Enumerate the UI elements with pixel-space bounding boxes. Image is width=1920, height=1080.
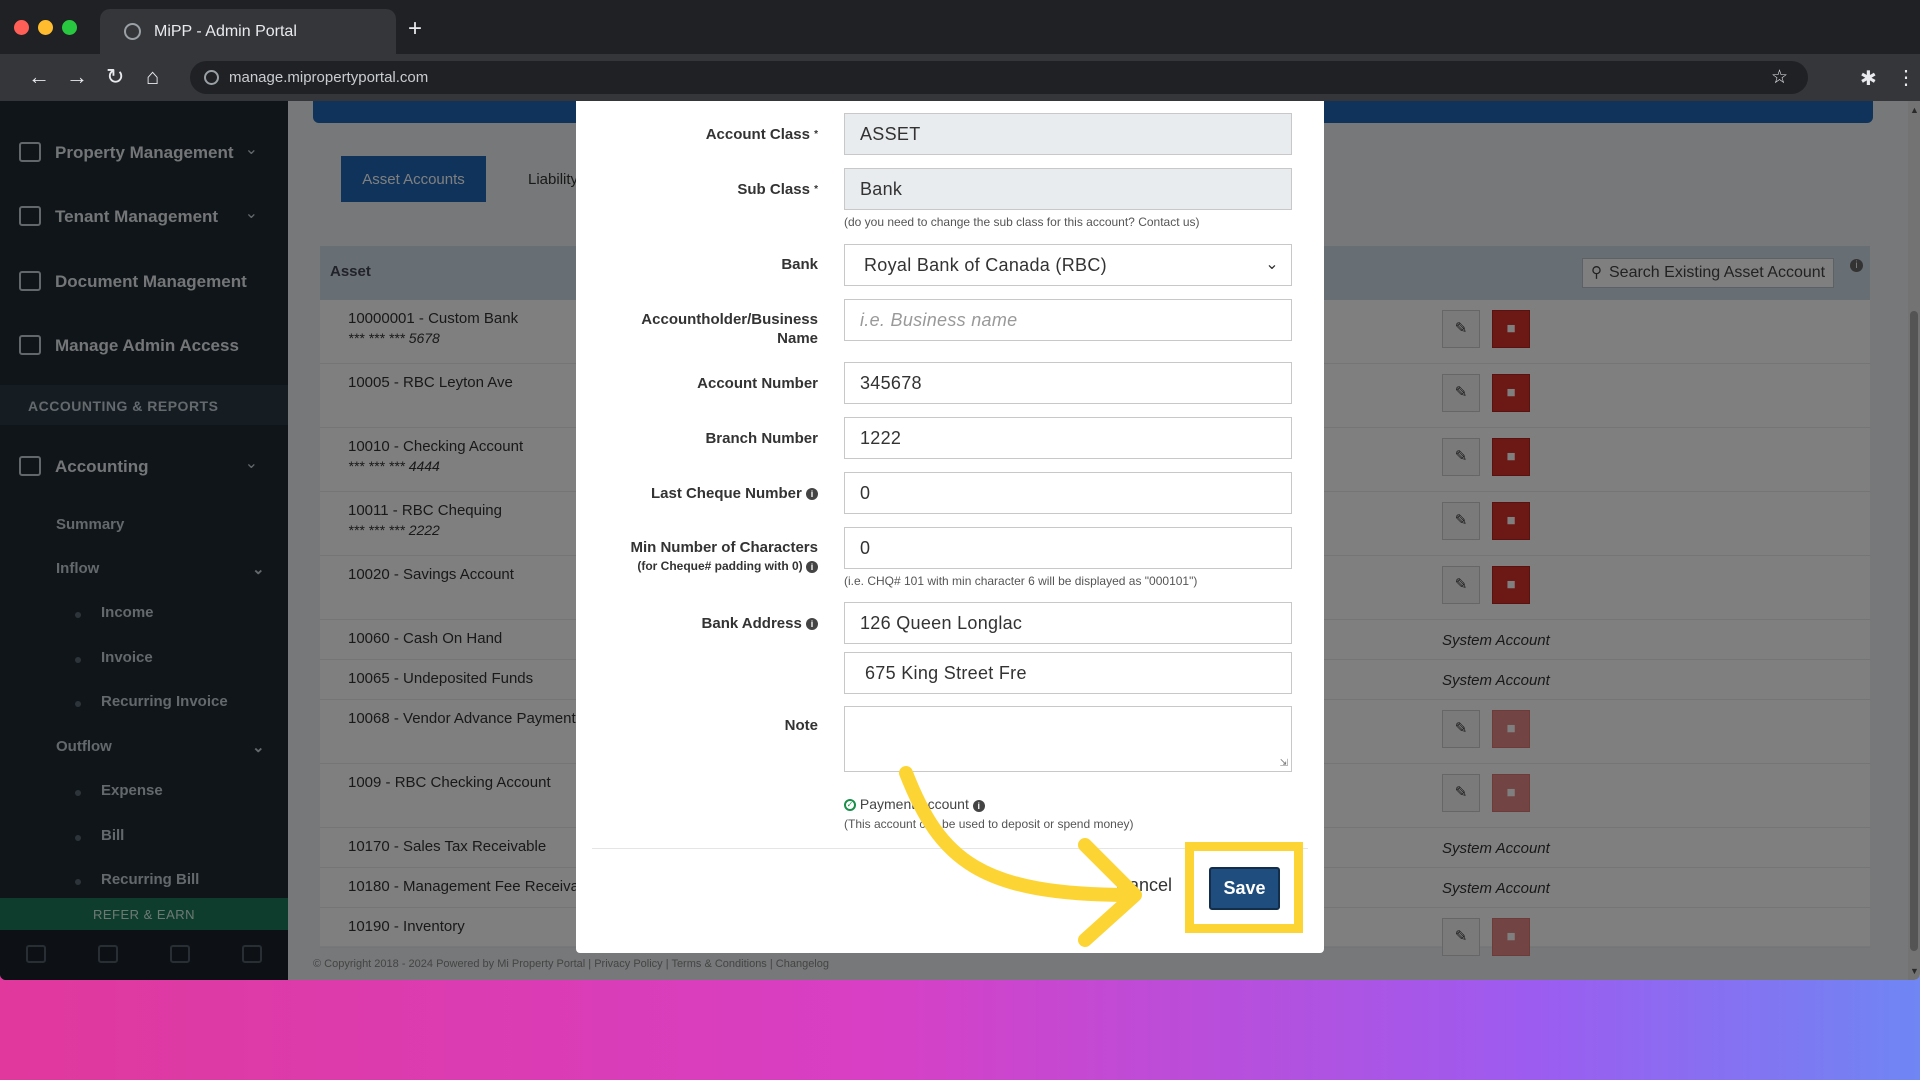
bookmark-star-icon[interactable]: ☆ xyxy=(1771,66,1788,89)
bank-address-line1-input[interactable]: 126 Queen Longlac xyxy=(844,602,1292,644)
accountholder-label: Accountholder/Business Name xyxy=(641,311,818,347)
close-window-button[interactable] xyxy=(14,20,29,35)
min-chars-label: Min Number of Characters (for Cheque# pad… xyxy=(630,539,818,573)
sub-class-help: (do you need to change the sub class for… xyxy=(844,215,1200,229)
info-icon[interactable]: i xyxy=(806,560,818,573)
back-arrow-icon[interactable]: ← xyxy=(28,64,50,90)
globe-icon xyxy=(124,23,141,40)
reload-icon[interactable]: ↻ xyxy=(106,64,124,90)
chevron-down-icon: ⌄ xyxy=(1265,256,1279,273)
home-icon[interactable]: ⌂ xyxy=(146,64,159,90)
bank-address-label: Bank Address i xyxy=(702,614,818,633)
min-chars-input[interactable]: 0 xyxy=(844,527,1292,569)
bank-label: Bank xyxy=(781,256,818,273)
account-number-input[interactable]: 345678 xyxy=(844,362,1292,404)
sub-class-field: Bank xyxy=(844,168,1292,210)
info-icon[interactable]: i xyxy=(806,488,818,501)
extensions-icon[interactable]: ✱ xyxy=(1860,66,1877,91)
note-label: Note xyxy=(784,717,818,734)
payment-account-indicator: ✓ Payment Account i xyxy=(844,796,985,812)
browser-toolbar: ← → ↻ ⌂ manage.mipropertyportal.com ☆ ✱ … xyxy=(0,54,1920,101)
account-class-label: Account Class * xyxy=(705,126,818,143)
browser-window: MiPP - Admin Portal + ← → ↻ ⌂ manage.mip… xyxy=(0,0,1920,980)
site-info-icon[interactable] xyxy=(204,70,219,85)
resize-handle-icon[interactable]: ⇲ xyxy=(1280,758,1288,769)
last-cheque-label: Last Cheque Number i xyxy=(651,484,818,503)
branch-number-input[interactable]: 1222 xyxy=(844,417,1292,459)
browser-menu-icon[interactable]: ⋮ xyxy=(1896,65,1916,90)
account-number-label: Account Number xyxy=(697,375,818,392)
bank-select-value: Royal Bank of Canada (RBC) xyxy=(864,255,1107,275)
note-textarea[interactable]: ⇲ xyxy=(844,706,1292,772)
payment-account-label: Payment Account xyxy=(859,796,969,812)
maximize-window-button[interactable] xyxy=(62,20,77,35)
edit-account-modal: Account Class * ASSET Sub Class * Bank (… xyxy=(576,101,1324,953)
browser-tab[interactable]: MiPP - Admin Portal xyxy=(100,9,396,54)
sub-class-label: Sub Class * xyxy=(737,181,818,198)
last-cheque-input[interactable]: 0 xyxy=(844,472,1292,514)
bank-address-line2-input[interactable]: 675 King Street Fre xyxy=(844,652,1292,694)
branch-number-label: Branch Number xyxy=(705,430,818,447)
url-text[interactable]: manage.mipropertyportal.com xyxy=(229,69,428,86)
tab-strip: MiPP - Admin Portal + xyxy=(0,0,1920,54)
payment-account-help: (This account can be used to deposit or … xyxy=(844,817,1134,831)
account-class-field: ASSET xyxy=(844,113,1292,155)
info-icon[interactable]: i xyxy=(806,618,818,631)
forward-arrow-icon[interactable]: → xyxy=(66,64,88,90)
save-button[interactable]: Save xyxy=(1209,867,1280,910)
address-bar[interactable]: manage.mipropertyportal.com ☆ xyxy=(190,61,1808,94)
cancel-button[interactable]: Cancel xyxy=(1116,875,1172,896)
check-circle-icon: ✓ xyxy=(844,799,856,812)
minimize-window-button[interactable] xyxy=(38,20,53,35)
min-chars-help: (i.e. CHQ# 101 with min character 6 will… xyxy=(844,574,1198,588)
tab-title: MiPP - Admin Portal xyxy=(154,23,297,40)
bank-select[interactable]: Royal Bank of Canada (RBC) ⌄ xyxy=(844,244,1292,286)
accountholder-input[interactable]: i.e. Business name xyxy=(844,299,1292,341)
info-icon[interactable]: i xyxy=(972,800,985,812)
new-tab-button[interactable]: + xyxy=(408,17,422,41)
